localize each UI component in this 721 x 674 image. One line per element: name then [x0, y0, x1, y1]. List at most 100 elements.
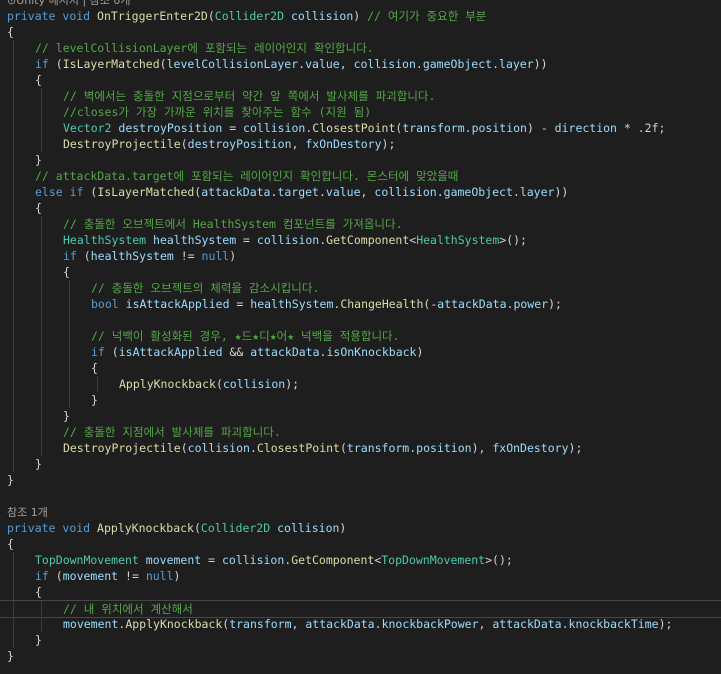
code-line[interactable]: // 충돌한 오브젝트의 체력을 감소시킵니다. — [0, 280, 721, 296]
code-token: destroyPosition — [118, 121, 223, 135]
code-text: //closes가 가장 가까운 위치를 찾아주는 함수 (지원 됨) — [63, 104, 371, 120]
code-token: collision — [222, 377, 286, 391]
code-line[interactable]: { — [0, 24, 721, 40]
code-token: . — [492, 57, 500, 71]
code-line[interactable]: // 벽에서는 충돌한 지점으로부터 약간 앞 쪽에서 발사체를 파괴합니다. — [0, 88, 721, 104]
code-token: ) — [229, 249, 237, 263]
code-token: collision — [353, 57, 416, 71]
code-editor[interactable]: ⊙Unity 메시지 | 참조 0개 private void OnTrigger… — [0, 0, 721, 674]
indent-guide — [41, 344, 42, 360]
code-token: healthSystem — [90, 249, 174, 263]
code-line[interactable]: } — [0, 632, 721, 648]
indent-guide — [13, 601, 14, 617]
code-line[interactable]: if (isAttackApplied && attackData.isOnKn… — [0, 344, 721, 360]
code-token: collision — [374, 185, 437, 199]
indent-guide — [13, 264, 14, 280]
code-text: { — [7, 536, 14, 552]
code-token: ( — [215, 377, 223, 391]
code-line[interactable]: private void ApplyKnockback(Collider2D c… — [0, 520, 721, 536]
code-comment: // 충돌한 지점에서 발사체를 파괴합니다. — [63, 425, 281, 439]
codelens-hint[interactable]: 참조 1개 — [7, 506, 48, 519]
indent-guide — [97, 376, 98, 392]
indent-guide — [13, 120, 14, 136]
code-token: isOnKnockback — [326, 345, 417, 359]
code-token: collision — [243, 121, 306, 135]
code-line[interactable]: } — [0, 472, 721, 488]
code-line[interactable] — [0, 312, 721, 328]
indent-guide — [69, 392, 70, 408]
code-line[interactable]: if (movement != null) — [0, 568, 721, 584]
code-line[interactable]: } — [0, 408, 721, 424]
indent-guide — [13, 456, 14, 472]
indent-guide — [13, 568, 14, 584]
code-token: transform — [346, 441, 410, 455]
code-line[interactable]: } — [0, 456, 721, 472]
code-line[interactable]: TopDownMovement movement = collision.Get… — [0, 552, 721, 568]
code-line[interactable]: ApplyKnockback(collision); — [0, 376, 721, 392]
code-line[interactable]: //closes가 가장 가까운 위치를 찾아주는 함수 (지원 됨) — [0, 104, 721, 120]
code-line[interactable]: if (IsLayerMatched(levelCollisionLayer.v… — [0, 56, 721, 72]
code-line[interactable]: movement.ApplyKnockback(transform, attac… — [0, 616, 721, 632]
code-token: collision — [277, 521, 340, 535]
indent-guide — [41, 601, 42, 617]
code-line[interactable]: } — [0, 648, 721, 664]
indent-guide — [41, 136, 42, 152]
code-text: movement.ApplyKnockback(transform, attac… — [63, 616, 672, 632]
code-comment: // 벽에서는 충돌한 지점으로부터 약간 앞 쪽에서 발사체를 파괴합니다. — [63, 89, 436, 103]
code-token: DestroyProjectile — [63, 441, 181, 455]
code-token: ) — [353, 9, 368, 23]
code-line[interactable]: // attackData.target에 포함되는 레이어인지 확인합니다. … — [0, 168, 721, 184]
code-line[interactable]: // 넉백이 활성화된 경우, ★드★디★어★ 넉백을 적용합니다. — [0, 328, 721, 344]
code-line[interactable]: // 충돌한 지점에서 발사체를 파괴합니다. — [0, 424, 721, 440]
code-line[interactable]: DestroyProjectile(collision.ClosestPoint… — [0, 440, 721, 456]
code-line[interactable]: 참조 1개 — [0, 504, 721, 520]
code-token: { — [35, 201, 42, 215]
code-token: >(); — [499, 233, 527, 247]
codelens-hint[interactable]: ⊙Unity 메시지 | 참조 0개 — [7, 0, 131, 7]
code-text: { — [63, 264, 70, 280]
code-line[interactable]: DestroyProjectile(destroyPosition, fxOnD… — [0, 136, 721, 152]
code-token: ( — [48, 569, 63, 583]
code-line[interactable]: HealthSystem healthSystem = collision.Ge… — [0, 232, 721, 248]
code-token: ClosestPoint — [312, 121, 396, 135]
code-text: { — [35, 584, 42, 600]
indent-guide — [13, 104, 14, 120]
code-token: = — [229, 297, 251, 311]
code-line[interactable]: ⊙Unity 메시지 | 참조 0개 — [0, 0, 721, 8]
code-token: collision — [256, 233, 320, 247]
indent-guide — [13, 232, 14, 248]
code-token: . — [249, 441, 257, 455]
code-line[interactable]: { — [0, 72, 721, 88]
code-line[interactable]: { — [0, 584, 721, 600]
code-token: ) — [339, 521, 347, 535]
code-token: ( — [76, 249, 91, 263]
indent-guide — [13, 216, 14, 232]
indent-guide — [69, 280, 70, 296]
code-line[interactable]: // levelCollisionLayer에 포함되는 레이어인지 확인합니다… — [0, 40, 721, 56]
code-line[interactable]: private void OnTriggerEnter2D(Collider2D… — [0, 8, 721, 24]
code-token: movement — [145, 553, 202, 567]
code-token: GetComponent — [326, 233, 410, 247]
code-line[interactable]: { — [0, 360, 721, 376]
code-line[interactable]: } — [0, 152, 721, 168]
code-text: if (IsLayerMatched(levelCollisionLayer.v… — [35, 56, 548, 72]
code-line[interactable]: Vector2 destroyPosition = collision. Clos… — [0, 120, 721, 136]
code-token: ) — [173, 569, 181, 583]
code-token: if — [69, 185, 84, 199]
code-line[interactable]: // 충돌한 오브젝트에서 HealthSystem 컴포넌트를 가져옵니다. — [0, 216, 721, 232]
code-line[interactable]: else if (IsLayerMatched(attackData.targe… — [0, 184, 721, 200]
indent-guide — [41, 296, 42, 312]
code-line[interactable]: { — [0, 200, 721, 216]
code-token: collision — [187, 441, 250, 455]
code-line[interactable] — [0, 488, 721, 504]
code-line[interactable]: { — [0, 264, 721, 280]
code-token: ( — [207, 9, 215, 23]
code-line[interactable]: if (healthSystem != null) — [0, 248, 721, 264]
indent-guide — [41, 88, 42, 104]
code-line[interactable]: bool isAttackApplied = healthSystem.Chan… — [0, 296, 721, 312]
code-line[interactable]: { — [0, 536, 721, 552]
indent-guide — [41, 280, 42, 296]
code-line[interactable]: } — [0, 392, 721, 408]
code-token: if — [35, 57, 49, 71]
